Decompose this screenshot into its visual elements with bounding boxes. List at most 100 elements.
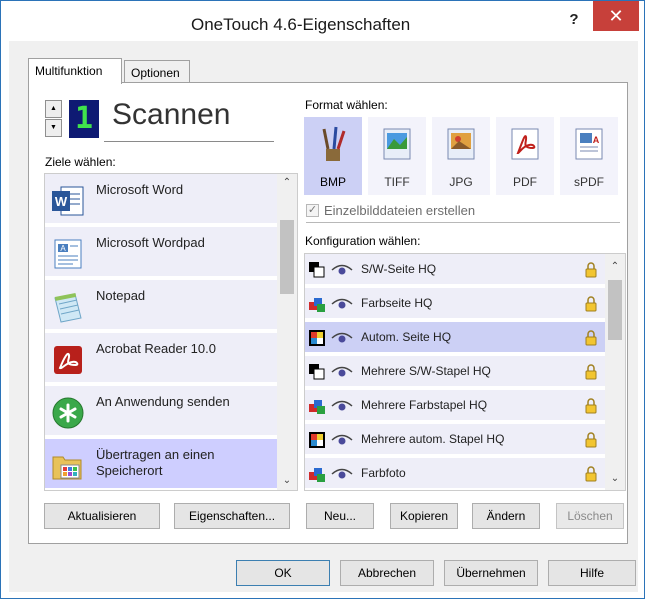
table-row[interactable]: Autom. Seite HQ	[305, 322, 605, 354]
svg-text:A: A	[60, 244, 66, 253]
list-item[interactable]: A Microsoft Wordpad	[45, 227, 277, 278]
list-item-label: Übertragen an einen Speicherort	[96, 447, 215, 478]
button-number-display: 1	[69, 100, 99, 138]
notepad-icon	[54, 292, 82, 323]
format-label-spdf: sPDF	[574, 175, 604, 189]
cancel-button[interactable]: Abbrechen	[340, 560, 434, 586]
spin-down-button[interactable]: ▼	[45, 119, 62, 137]
copy-button[interactable]: Kopieren	[390, 503, 458, 529]
window-title: OneTouch 4.6-Eigenschaften	[191, 15, 411, 34]
lock-icon	[585, 398, 597, 414]
eye-icon	[331, 298, 353, 309]
format-bmp[interactable]: BMP	[304, 117, 362, 195]
format-pdf[interactable]: PDF	[496, 117, 554, 195]
list-item-label: An Anwendung senden	[96, 394, 230, 409]
acrobat-icon	[54, 346, 82, 374]
format-tiff[interactable]: TIFF	[368, 117, 426, 195]
lock-icon	[585, 296, 597, 312]
single-file-option[interactable]: ✓ Einzelbilddateien erstellen	[306, 203, 626, 223]
configuration-scrollbar[interactable]: ⌃ ⌄	[605, 254, 625, 490]
properties-button[interactable]: Eigenschaften...	[174, 503, 290, 529]
configuration-label: Konfiguration wählen:	[305, 234, 421, 248]
table-row[interactable]: Mehrere Farbstapel HQ	[305, 390, 605, 422]
list-item[interactable]: W Microsoft Word	[45, 174, 277, 225]
button-spinner[interactable]: ▲ ▼	[45, 100, 65, 138]
format-label-bmp: BMP	[319, 175, 346, 189]
send-app-icon	[52, 397, 84, 429]
scroll-thumb[interactable]	[280, 220, 294, 294]
folder-icon	[52, 456, 82, 480]
format-spdf[interactable]: A sPDF	[560, 117, 618, 195]
apply-button[interactable]: Übernehmen	[444, 560, 538, 586]
config-item-label: Mehrere autom. Stapel HQ	[361, 432, 505, 446]
pdf-icon	[511, 128, 539, 160]
single-file-checkbox[interactable]: ✓	[306, 204, 319, 217]
single-file-label: Einzelbilddateien erstellen	[324, 203, 476, 218]
tiff-icon	[383, 128, 411, 160]
svg-text:A: A	[593, 135, 600, 145]
list-item[interactable]: Übertragen an einen Speicherort	[45, 439, 277, 490]
lock-icon	[585, 364, 597, 380]
config-item-label: S/W-Seite HQ	[361, 262, 437, 276]
format-label: Format wählen:	[305, 98, 388, 112]
eye-icon	[331, 366, 353, 377]
lock-icon	[585, 466, 597, 482]
config-item-label: Mehrere Farbstapel HQ	[361, 398, 488, 412]
table-row[interactable]: Farbseite HQ	[305, 288, 605, 320]
scroll-up-icon[interactable]: ⌃	[277, 174, 297, 192]
new-button[interactable]: Neu...	[306, 503, 374, 529]
table-row[interactable]: Farbfoto	[305, 458, 605, 490]
color-icon	[309, 468, 325, 482]
button-name: Scannen	[104, 98, 274, 142]
auto-icon	[309, 432, 325, 448]
lock-icon	[585, 432, 597, 448]
list-item-label: Acrobat Reader 10.0	[96, 341, 216, 356]
list-item[interactable]: Notepad	[45, 280, 277, 331]
format-jpg[interactable]: JPG	[432, 117, 490, 195]
auto-icon	[309, 330, 325, 346]
tab-optionen[interactable]: Optionen	[124, 60, 190, 82]
destinations-label: Ziele wählen:	[45, 155, 116, 169]
bw-icon	[309, 262, 325, 278]
edit-button[interactable]: Ändern	[472, 503, 540, 529]
table-row[interactable]: S/W-Seite HQ	[305, 254, 605, 286]
destination-scrollbar[interactable]: ⌃ ⌄	[277, 174, 297, 490]
list-item[interactable]: Acrobat Reader 10.0	[45, 333, 277, 384]
svg-text:W: W	[55, 194, 68, 209]
eye-icon	[331, 400, 353, 411]
config-item-label: Farbfoto	[361, 466, 406, 480]
list-item-label: Microsoft Word	[96, 182, 184, 197]
config-item-label: Mehrere S/W-Stapel HQ	[361, 364, 491, 378]
destination-list[interactable]: W Microsoft Word A Microsoft Wordpad Not…	[44, 173, 298, 491]
bw-icon	[309, 364, 325, 380]
config-item-label: Autom. Seite HQ	[361, 330, 452, 344]
close-button[interactable]: ✕	[593, 1, 639, 31]
spin-up-button[interactable]: ▲	[45, 100, 62, 118]
scroll-down-icon[interactable]: ⌄	[277, 472, 297, 490]
list-item-label: Microsoft Wordpad	[96, 235, 205, 250]
list-item[interactable]: An Anwendung senden	[45, 386, 277, 437]
help-icon[interactable]: ?	[561, 11, 587, 33]
refresh-button[interactable]: Aktualisieren	[44, 503, 160, 529]
ok-button[interactable]: OK	[236, 560, 330, 586]
scroll-up-icon[interactable]: ⌃	[605, 258, 625, 276]
table-row[interactable]: Mehrere S/W-Stapel HQ	[305, 356, 605, 388]
scroll-thumb[interactable]	[608, 280, 622, 340]
jpg-icon	[447, 128, 475, 160]
color-icon	[309, 400, 325, 414]
format-list: BMP TIFF JPG PDF A sPDF	[304, 117, 624, 195]
tab-multifunktion[interactable]: Multifunktion	[28, 58, 122, 84]
table-row[interactable]: Mehrere autom. Stapel HQ	[305, 424, 605, 456]
eye-icon	[331, 434, 353, 445]
eye-icon	[331, 468, 353, 479]
eye-icon	[331, 332, 353, 343]
help-button[interactable]: Hilfe	[548, 560, 636, 586]
scroll-down-icon[interactable]: ⌄	[605, 470, 625, 488]
config-item-label: Farbseite HQ	[361, 296, 433, 310]
delete-button[interactable]: Löschen	[556, 503, 624, 529]
divider	[306, 222, 620, 223]
lock-icon	[585, 330, 597, 346]
eye-icon	[331, 264, 353, 275]
spdf-icon: A	[575, 128, 603, 160]
configuration-list[interactable]: S/W-Seite HQ Farbseite HQ Autom. Seite H…	[304, 253, 626, 491]
